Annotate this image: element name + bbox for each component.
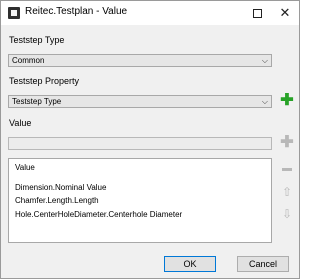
ok-button-label: OK [183, 259, 197, 269]
list-header: Value [9, 159, 271, 175]
arrow-up-icon: ⇧ [281, 185, 293, 199]
chevron-down-icon: ⌵ [261, 56, 268, 65]
cancel-button[interactable]: Cancel [237, 256, 289, 272]
list-header-label: Value [15, 163, 35, 172]
move-up-button[interactable]: ⇧ [279, 184, 295, 200]
chevron-down-icon: ⌵ [261, 97, 268, 106]
teststep-type-dropdown[interactable]: Common ⌵ [8, 54, 272, 67]
ok-button[interactable]: OK [164, 256, 216, 272]
minus-icon [282, 167, 292, 171]
app-icon [8, 7, 20, 19]
teststep-property-value: Teststep Type [12, 97, 62, 106]
remove-value-button[interactable] [279, 161, 295, 177]
teststep-property-dropdown[interactable]: Teststep Type ⌵ [8, 95, 272, 108]
list-item[interactable]: Chamfer.Length.Length [15, 196, 99, 205]
arrow-down-icon: ⇩ [281, 207, 293, 221]
teststep-type-value: Common [12, 56, 45, 65]
dialog-window: Reitec.Testplan - Value ✕ Teststep Type … [0, 0, 300, 279]
title-bar: Reitec.Testplan - Value ✕ [1, 1, 299, 25]
maximize-icon [252, 8, 262, 18]
close-icon: ✕ [279, 5, 291, 20]
value-label: Value [9, 118, 32, 128]
value-input[interactable] [8, 137, 272, 150]
teststep-type-label: Teststep Type [9, 35, 65, 45]
plus-icon: ✚ [280, 92, 294, 109]
list-item[interactable]: Dimension.Nominal Value [15, 183, 106, 192]
plus-icon: ✚ [280, 134, 294, 151]
list-item[interactable]: Hole.CenterHoleDiameter.Centerhole Diame… [15, 210, 182, 219]
move-down-button[interactable]: ⇩ [279, 206, 295, 222]
window-title: Reitec.Testplan - Value [25, 6, 128, 17]
maximize-button[interactable] [243, 1, 271, 25]
value-list[interactable]: Value Dimension.Nominal Value Chamfer.Le… [8, 158, 272, 243]
add-value-button[interactable]: ✚ [279, 135, 295, 151]
cancel-button-label: Cancel [248, 259, 277, 269]
add-property-button[interactable]: ✚ [279, 93, 295, 109]
teststep-property-label: Teststep Property [9, 76, 80, 86]
close-button[interactable]: ✕ [271, 1, 299, 25]
